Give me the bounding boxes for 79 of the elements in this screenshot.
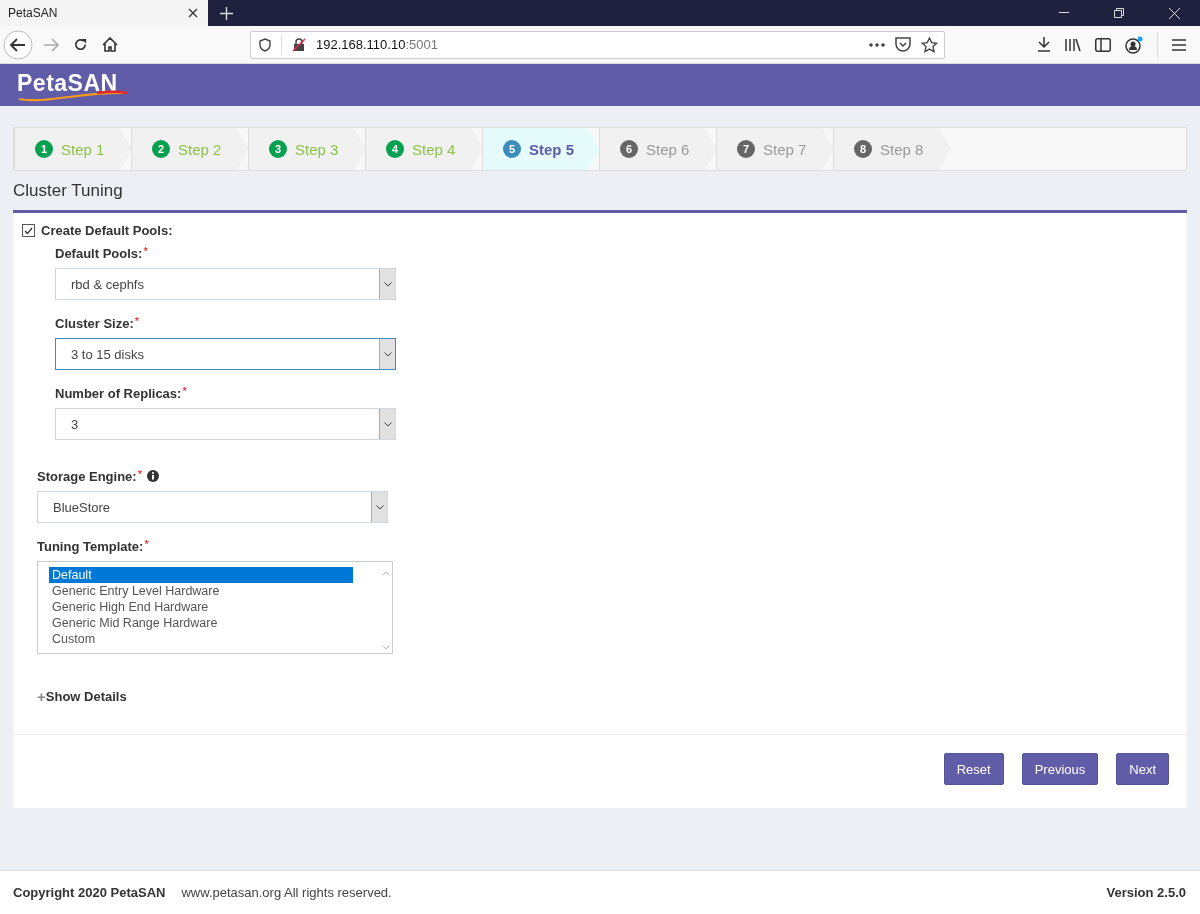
browser-tab[interactable]: PetaSAN [0,0,208,26]
wizard-step[interactable]: 4 Step 4 [365,128,483,170]
template-listbox[interactable]: Default Generic Entry Level Hardware Generic High End Hardware Generic Mid Range Hardware Custom [37,561,393,654]
minimize-icon[interactable] [1059,12,1069,14]
wizard-step[interactable]: 5 Step 5 [482,128,600,170]
checkbox[interactable] [22,224,35,237]
required-mark: * [143,245,148,257]
wizard-button[interactable]: Reset [943,753,1004,785]
wizard-step[interactable]: 8 Step 8 [833,128,951,170]
pocket-icon[interactable] [895,37,911,52]
list-option[interactable]: Generic High End Hardware [49,599,353,615]
insecure-lock-icon [292,37,306,52]
address-bar[interactable]: 192.168.110.10:5001 [250,30,945,59]
dropdown[interactable]: rbd & cephfs [55,268,396,300]
wizard-step[interactable]: 6 Step 6 [599,128,717,170]
petasan-logo: PetaSAN [17,70,132,100]
step-number-badge: 1 [35,140,53,158]
step-label: Step 4 [412,140,456,158]
copyright-text: Copyright 2020 PetaSAN [13,885,166,900]
step-number-badge: 7 [737,140,755,158]
step-number-badge: 4 [386,140,404,158]
wizard-step[interactable]: 3 Step 3 [248,128,366,170]
field-label: Storage Engine: [37,468,137,484]
step-label: Step 1 [61,140,105,158]
wizard-button[interactable]: Previous [1021,753,1099,785]
wizard-button[interactable]: Next [1116,753,1169,785]
step-label: Step 3 [295,140,339,158]
list-option[interactable]: Generic Entry Level Hardware [49,583,353,599]
site-text: www.petasan.org All rights reserved. [181,885,392,900]
required-mark: * [137,468,142,480]
step-label: Step 5 [529,140,574,158]
required-mark: * [144,538,149,550]
download-icon[interactable] [1037,37,1051,52]
wizard-step[interactable]: 1 Step 1 [14,128,132,170]
url-port: :5001 [405,37,438,52]
step-number-badge: 3 [269,140,287,158]
sidebar-icon[interactable] [1095,37,1111,52]
plus-icon[interactable] [220,6,233,20]
step-number-badge: 8 [854,140,872,158]
version-text: Version 2.5.0 [1106,885,1186,900]
restore-icon[interactable] [1114,8,1124,18]
more-icon[interactable] [869,42,885,47]
field-label: Default Pools: [55,245,143,261]
url-host: 192.168.110.10 [316,37,406,52]
list-option[interactable]: Default [49,567,353,583]
field-label: Tuning Template: [37,538,144,554]
show-details-link[interactable]: Show Details [45,689,127,704]
required-mark: * [134,315,140,327]
close-icon[interactable] [188,8,198,18]
menu-icon[interactable] [1172,38,1186,51]
star-icon[interactable] [921,36,938,53]
list-option[interactable]: Custom [49,631,353,647]
step-number-badge: 2 [152,140,170,158]
reload-icon[interactable] [73,37,88,52]
tab-title: PetaSAN [8,6,59,20]
dropdown[interactable]: 3 to 15 disks [55,338,396,370]
field-label: Cluster Size: [55,315,134,331]
wizard-step[interactable]: 2 Step 2 [131,128,249,170]
shield-icon [259,37,271,52]
wizard-step[interactable]: 7 Step 7 [716,128,834,170]
step-number-badge: 5 [503,140,521,158]
dropdown[interactable]: 3 [55,408,396,440]
page-title: Cluster Tuning [13,180,124,202]
step-label: Step 6 [646,140,690,158]
back-icon[interactable] [3,29,33,60]
required-mark: * [182,385,187,397]
expand-icon[interactable]: + [37,689,46,704]
checkbox-label: Create Default Pools: [41,223,173,238]
step-label: Step 8 [880,140,924,158]
step-label: Step 7 [763,140,807,158]
list-option[interactable]: Generic Mid Range Hardware [49,615,353,631]
library-icon[interactable] [1065,37,1081,52]
account-icon[interactable] [1125,35,1143,54]
step-label: Step 2 [178,140,222,158]
step-number-badge: 6 [620,140,638,158]
field-label: Number of Replicas: [55,385,182,401]
home-icon[interactable] [102,37,118,52]
dropdown[interactable]: BlueStore [37,491,388,523]
info-icon[interactable] [146,470,159,482]
